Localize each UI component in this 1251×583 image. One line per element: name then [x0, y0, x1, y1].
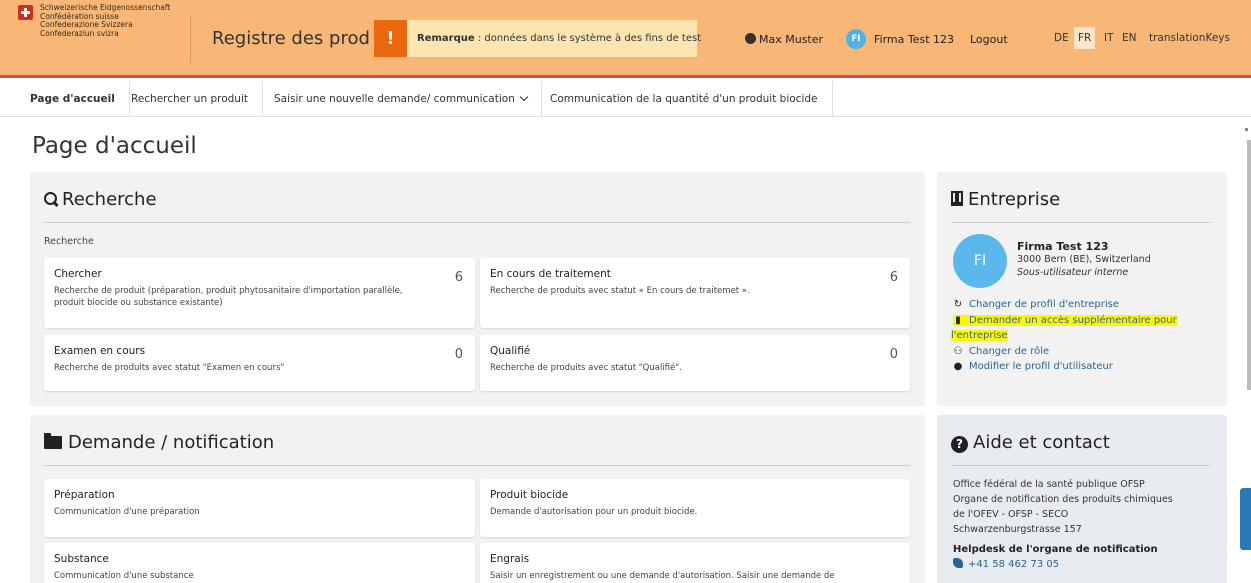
edit-user-profile-link[interactable]: ● Modifier le profil d'utilisateur — [953, 361, 1113, 372]
help-panel: ? Aide et contact Office fédéral de la sa… — [937, 415, 1227, 583]
lang-de[interactable]: DE — [1050, 27, 1073, 49]
help-icon: ? — [951, 436, 968, 453]
firm-name-link[interactable]: Firma Test 123 — [874, 33, 954, 46]
help-panel-title: ? Aide et contact — [951, 432, 1110, 453]
user-menu[interactable]: Max Muster — [745, 33, 823, 46]
tab-biocide-quantity[interactable]: Communication de la quantité d'un produi… — [536, 81, 833, 117]
lang-it[interactable]: IT — [1100, 27, 1118, 49]
scroll-up-arrow[interactable] — [1245, 128, 1248, 131]
page-title: Page d'accueil — [32, 133, 197, 159]
feedback-tab[interactable] — [1240, 488, 1251, 550]
count-badge: 0 — [889, 347, 898, 362]
card-search[interactable]: Chercher Recherche de produit (préparati… — [44, 258, 475, 328]
lang-translation-keys[interactable]: translationKeys — [1145, 27, 1234, 49]
company-avatar: FI — [953, 234, 1007, 288]
swiss-flag-icon — [18, 5, 33, 20]
header-divider — [190, 15, 191, 63]
company-panel-title: Entreprise — [951, 189, 1060, 210]
help-address: Office fédéral de la santé publique OFSP… — [953, 479, 1173, 535]
card-biocide[interactable]: Produit biocide Demande d'autorisation p… — [480, 479, 910, 537]
users-icon: ⚇ — [953, 346, 963, 357]
phone-icon — [953, 558, 963, 568]
logout-link[interactable]: Logout — [970, 33, 1008, 46]
tab-home[interactable]: Page d'accueil — [16, 81, 130, 117]
card-fertilizer[interactable]: Engrais Saisir un enregistrement ou une … — [480, 543, 910, 583]
change-company-profile-link[interactable]: ↻ Changer de profil d'entreprise — [953, 299, 1119, 310]
main-nav: Page d'accueil Rechercher un produit Sai… — [0, 81, 1251, 117]
helpdesk-label: Helpdesk de l'organe de notification — [953, 544, 1158, 555]
alert-icon: ! — [374, 20, 407, 57]
panel-divider — [951, 465, 1211, 466]
count-badge: 6 — [889, 270, 898, 285]
user-icon: ● — [953, 361, 963, 372]
search-panel: Recherche Recherche Chercher Recherche d… — [30, 172, 925, 406]
card-substance[interactable]: Substance Communication d'une substance — [44, 543, 475, 583]
card-in-progress[interactable]: En cours de traitement Recherche de prod… — [480, 258, 910, 328]
scrollbar-thumb[interactable] — [1247, 140, 1251, 390]
firm-avatar[interactable]: FI — [846, 29, 866, 49]
card-qualified[interactable]: Qualifié Recherche de produits avec stat… — [480, 335, 910, 391]
building-icon: ▮ — [955, 315, 961, 326]
request-access-link-continued[interactable]: l'entreprise — [951, 330, 1008, 341]
refresh-icon: ↻ — [953, 299, 963, 310]
request-panel-title: Demande / notification — [44, 432, 274, 453]
search-icon — [44, 192, 58, 206]
app-header: Schweizerische Eidgenossenschaft Confédé… — [0, 0, 1251, 78]
panel-divider — [44, 222, 910, 223]
change-role-link[interactable]: ⚇ Changer de rôle — [953, 346, 1050, 357]
tab-new-request[interactable]: Saisir une nouvelle demande/ communicati… — [260, 81, 542, 117]
count-badge: 0 — [454, 347, 463, 362]
company-panel: Entreprise FI Firma Test 123 3000 Bern (… — [937, 172, 1227, 406]
lang-en[interactable]: EN — [1118, 27, 1141, 49]
request-panel: Demande / notification Préparation Commu… — [30, 415, 925, 583]
confederation-logo-text: Schweizerische Eidgenossenschaft Confédé… — [40, 3, 171, 38]
card-under-review[interactable]: Examen en cours Recherche de produits av… — [44, 335, 475, 391]
user-circle-icon — [745, 33, 756, 44]
panel-divider — [44, 465, 910, 466]
lang-fr[interactable]: FR — [1074, 27, 1096, 49]
helpdesk-phone-link[interactable]: +41 58 462 73 05 — [953, 558, 1059, 570]
app-title[interactable]: Registre des prod — [212, 28, 370, 49]
request-access-link[interactable]: ▮ Demander un accès supplémentaire pour — [953, 315, 1177, 326]
search-panel-title: Recherche — [44, 189, 157, 210]
building-icon — [951, 191, 963, 206]
panel-divider — [951, 222, 1211, 223]
count-badge: 6 — [454, 270, 463, 285]
folder-icon — [44, 433, 62, 449]
card-preparation[interactable]: Préparation Communication d'une préparat… — [44, 479, 475, 537]
test-data-remark: Remarque : données dans le système à des… — [407, 20, 701, 57]
chevron-down-icon — [519, 92, 529, 102]
search-sub-label: Recherche — [44, 236, 94, 247]
company-info: Firma Test 123 3000 Bern (BE), Switzerla… — [1017, 240, 1151, 278]
tab-search-product[interactable]: Rechercher un produit — [117, 81, 263, 117]
